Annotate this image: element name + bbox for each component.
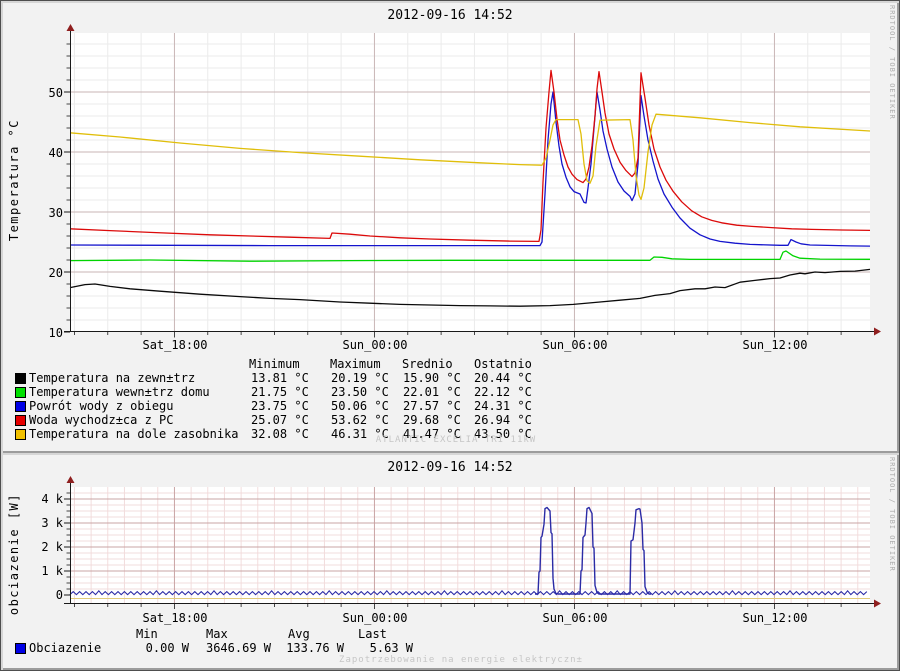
y-tick-label: 1 k xyxy=(23,564,63,578)
y-tick-label: 3 k xyxy=(23,516,63,530)
legend-label: Obciazenie xyxy=(29,641,101,655)
graph-title: 2012-09-16 14:52 xyxy=(1,8,899,23)
legend-min: 23.75 °C xyxy=(251,399,309,413)
legend-label: Powrót wody z obiegu xyxy=(29,399,174,413)
legend-header-last: Last xyxy=(358,627,387,641)
x-tick-label: Sun_12:00 xyxy=(730,611,820,625)
legend-min: 25.07 °C xyxy=(251,413,309,427)
y-tick-label: 40 xyxy=(23,146,63,160)
legend-max: 53.62 °C xyxy=(331,413,389,427)
usage-watermark: Zapotrzebowanie na energie elektryczn± xyxy=(311,655,611,665)
x-tick-label: Sun_12:00 xyxy=(730,338,820,352)
legend-avg: 29.68 °C xyxy=(403,413,461,427)
x-tick-label: Sun_06:00 xyxy=(530,338,620,352)
temperature-graph-panel: 2012-09-16 14:52 RRDTOOL / TOBI OETIKER … xyxy=(1,1,899,453)
legend-avg: 133.76 W xyxy=(264,641,344,655)
y-tick-label: 50 xyxy=(23,86,63,100)
legend-avg: 15.90 °C xyxy=(403,371,461,385)
y-tick-label: 2 k xyxy=(23,540,63,554)
legend-header-avg: Srednio xyxy=(402,357,453,371)
rrdtool-watermark: RRDTOOL / TOBI OETIKER xyxy=(888,457,896,572)
legend-header-min: Minimum xyxy=(249,357,300,371)
legend-swatch xyxy=(15,387,26,398)
legend-header-last: Ostatnio xyxy=(474,357,532,371)
legend-swatch xyxy=(15,415,26,426)
legend-max: 50.06 °C xyxy=(331,399,389,413)
legend-last: 5.63 W xyxy=(333,641,413,655)
graph-title: 2012-09-16 14:52 xyxy=(1,460,899,475)
legend-max: 23.50 °C xyxy=(331,385,389,399)
legend-swatch xyxy=(15,401,26,412)
y-tick-label: 10 xyxy=(23,326,63,340)
legend-swatch xyxy=(15,429,26,440)
legend-min: 21.75 °C xyxy=(251,385,309,399)
load-graph-panel: 2012-09-16 14:52 RRDTOOL / TOBI OETIKER … xyxy=(1,453,899,670)
y-tick-label: 30 xyxy=(23,206,63,220)
legend-avg: 22.01 °C xyxy=(403,385,461,399)
legend-label: Temperatura wewn±trz domu xyxy=(29,385,210,399)
legend-label: Woda wychodz±ca z PC xyxy=(29,413,174,427)
legend-last: 22.12 °C xyxy=(474,385,532,399)
legend-header-max: Maximum xyxy=(330,357,381,371)
x-tick-label: Sat_18:00 xyxy=(130,611,220,625)
legend-swatch xyxy=(15,373,26,384)
legend-swatch xyxy=(15,643,26,654)
y-axis-label: obciazenie [W] xyxy=(7,493,21,615)
x-tick-label: Sun_06:00 xyxy=(530,611,620,625)
legend-last: 24.31 °C xyxy=(474,399,532,413)
legend-max: 20.19 °C xyxy=(331,371,389,385)
y-tick-label: 20 xyxy=(23,266,63,280)
rrdtool-monitoring-page: 2012-09-16 14:52 RRDTOOL / TOBI OETIKER … xyxy=(0,0,900,671)
legend-max: 3646.69 W xyxy=(191,641,271,655)
y-tick-label: 4 k xyxy=(23,492,63,506)
legend-last: 26.94 °C xyxy=(474,413,532,427)
legend-header-max: Max xyxy=(206,627,228,641)
legend-avg: 27.57 °C xyxy=(403,399,461,413)
x-tick-label: Sat_18:00 xyxy=(130,338,220,352)
x-tick-label: Sun_00:00 xyxy=(330,338,420,352)
rrdtool-watermark: RRDTOOL / TOBI OETIKER xyxy=(888,5,896,120)
legend-last: 20.44 °C xyxy=(474,371,532,385)
legend-header-min: Min xyxy=(136,627,158,641)
legend-min: 0.00 W xyxy=(109,641,189,655)
y-tick-label: 0 xyxy=(23,588,63,602)
y-axis-label: Temperatura °C xyxy=(7,119,21,241)
device-watermark: ATLANTIC EXCELIA TRI 11kW xyxy=(301,435,611,445)
legend-min: 13.81 °C xyxy=(251,371,309,385)
legend-label: Temperatura na dole zasobnika xyxy=(29,427,239,441)
x-tick-label: Sun_00:00 xyxy=(330,611,420,625)
legend-header-avg: Avg xyxy=(288,627,310,641)
legend-label: Temperatura na zewn±trz xyxy=(29,371,195,385)
